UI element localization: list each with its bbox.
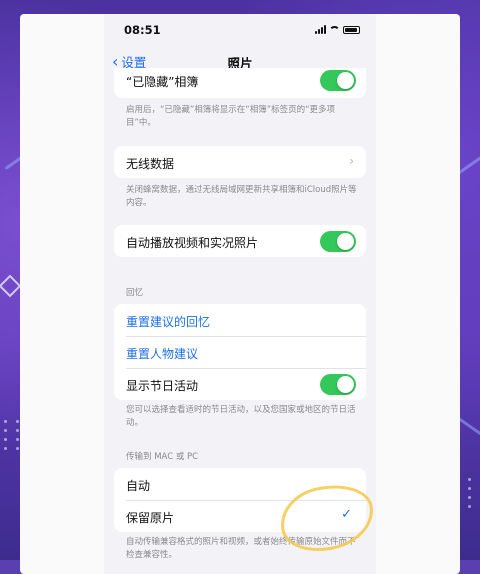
hidden-album-label: “已隐藏”相簿 <box>126 75 199 89</box>
reset-people-link[interactable]: 重置人物建议 <box>126 345 198 362</box>
autoplay-group: 自动播放视频和实况照片 <box>114 225 366 257</box>
autoplay-label: 自动播放视频和实况照片 <box>126 236 259 250</box>
signal-icon <box>315 25 326 34</box>
reset-memories-link[interactable]: 重置建议的回忆 <box>126 313 210 330</box>
memories-header: 回忆 <box>126 288 144 298</box>
wireless-footer: 关闭蜂窝数据，通过无线局域网更新共享相簿和iCloud照片等内容。 <box>126 185 357 208</box>
holiday-row[interactable]: 显示节日活动 <box>114 368 366 400</box>
holiday-label: 显示节日活动 <box>126 379 199 393</box>
hidden-album-row[interactable]: “已隐藏”相簿 <box>114 68 366 96</box>
status-icons <box>315 25 360 34</box>
transfer-auto-label: 自动 <box>126 479 151 493</box>
reset-people-row[interactable]: 重置人物建议 <box>114 336 366 368</box>
transfer-header: 传输到 MAC 或 PC <box>126 452 199 462</box>
chevron-right-icon: › <box>349 154 354 168</box>
memories-group: 重置建议的回忆 重置人物建议 显示节日活动 <box>114 304 366 400</box>
wireless-group: 无线数据 › <box>114 146 366 178</box>
memories-footer: 您可以选择查看适时的节日活动，以及您国家或地区的节日活动。 <box>126 405 356 428</box>
transfer-original-label: 保留原片 <box>126 511 175 525</box>
hidden-album-group: “已隐藏”相簿 <box>114 68 366 98</box>
status-time: 08:51 <box>124 23 161 37</box>
wifi-icon <box>329 26 340 34</box>
battery-icon <box>343 26 360 34</box>
reset-memories-row[interactable]: 重置建议的回忆 <box>114 304 366 336</box>
autoplay-toggle[interactable] <box>320 231 356 252</box>
hidden-album-footer: 启用后，“已隐藏”相簿将显示在“相簿”标签页的“更多项目”中。 <box>126 105 336 128</box>
hidden-album-toggle[interactable] <box>320 70 356 91</box>
wireless-row[interactable]: 无线数据 › <box>114 146 366 178</box>
wireless-label: 无线数据 <box>126 157 175 171</box>
autoplay-row[interactable]: 自动播放视频和实况照片 <box>114 225 366 257</box>
status-bar: 08:51 <box>104 14 376 46</box>
holiday-toggle[interactable] <box>320 374 356 395</box>
